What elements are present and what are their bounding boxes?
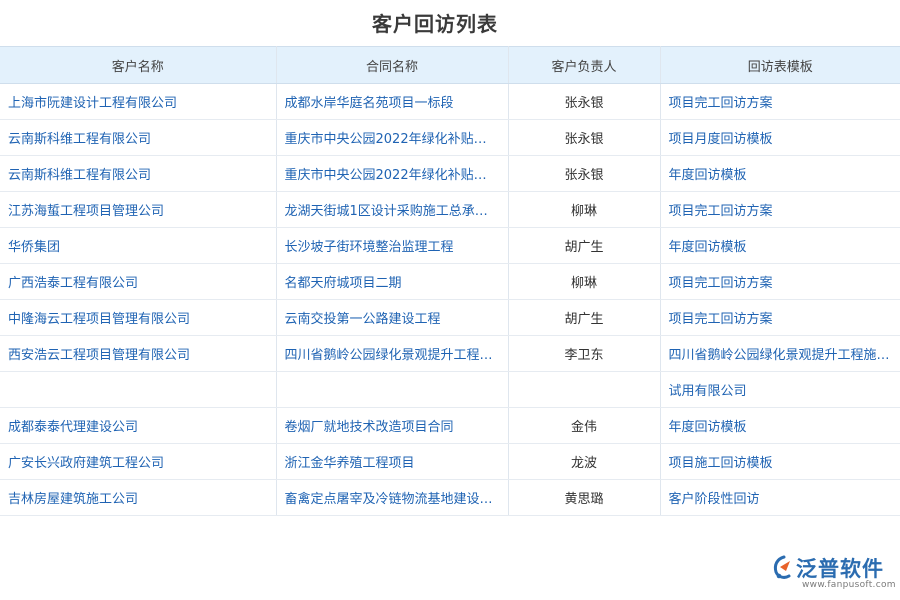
table-row[interactable]: 华侨集团 长沙坡子街环境整治监理工程 胡广生 年度回访模板 — [0, 228, 900, 264]
table-row[interactable]: 广西浩泰工程有限公司 名都天府城项目二期 柳琳 项目完工回访方案 — [0, 264, 900, 300]
table-header-row: 客户名称 合同名称 客户负责人 回访表模板 — [0, 47, 900, 84]
template-cell[interactable]: 项目完工回访方案 — [660, 192, 900, 228]
owner-cell: 黄思璐 — [508, 480, 660, 516]
contract-name-cell[interactable]: 畜禽定点屠宰及冷链物流基地建设… — [276, 480, 508, 516]
column-header-owner[interactable]: 客户负责人 — [508, 47, 660, 84]
visit-table: 客户名称 合同名称 客户负责人 回访表模板 上海市阮建设计工程有限公司 成都水岸… — [0, 46, 900, 516]
table-row[interactable]: 上海市阮建设计工程有限公司 成都水岸华庭名苑项目一标段 张永银 项目完工回访方案 — [0, 84, 900, 120]
owner-cell: 张永银 — [508, 156, 660, 192]
customer-name-cell[interactable] — [0, 372, 276, 408]
table-row[interactable]: 西安浩云工程项目管理有限公司 四川省鹅岭公园绿化景观提升工程… 李卫东 四川省鹅… — [0, 336, 900, 372]
contract-name-cell[interactable]: 云南交投第一公路建设工程 — [276, 300, 508, 336]
contract-name-cell[interactable]: 长沙坡子街环境整治监理工程 — [276, 228, 508, 264]
customer-name-cell[interactable]: 华侨集团 — [0, 228, 276, 264]
owner-cell: 张永银 — [508, 120, 660, 156]
owner-cell — [508, 372, 660, 408]
table-row[interactable]: 广安长兴政府建筑工程公司 浙江金华养殖工程项目 龙波 项目施工回访模板 — [0, 444, 900, 480]
customer-name-cell[interactable]: 上海市阮建设计工程有限公司 — [0, 84, 276, 120]
column-header-customer[interactable]: 客户名称 — [0, 47, 276, 84]
template-cell[interactable]: 四川省鹅岭公园绿化景观提升工程施… — [660, 336, 900, 372]
customer-name-cell[interactable]: 吉林房屋建筑施工公司 — [0, 480, 276, 516]
owner-cell: 张永银 — [508, 84, 660, 120]
customer-name-cell[interactable]: 广西浩泰工程有限公司 — [0, 264, 276, 300]
table-row[interactable]: 成都泰泰代理建设公司 卷烟厂就地技术改造项目合同 金伟 年度回访模板 — [0, 408, 900, 444]
owner-cell: 柳琳 — [508, 192, 660, 228]
customer-name-cell[interactable]: 西安浩云工程项目管理有限公司 — [0, 336, 276, 372]
brand-logo: 泛普软件 www.fanpusoft.com — [772, 553, 897, 593]
contract-name-cell[interactable]: 浙江金华养殖工程项目 — [276, 444, 508, 480]
contract-name-cell[interactable]: 卷烟厂就地技术改造项目合同 — [276, 408, 508, 444]
logo-url: www.fanpusoft.com — [802, 580, 896, 590]
logo-name: 泛普软件 — [796, 553, 884, 583]
template-cell[interactable]: 年度回访模板 — [660, 156, 900, 192]
table-row[interactable]: 吉林房屋建筑施工公司 畜禽定点屠宰及冷链物流基地建设… 黄思璐 客户阶段性回访 — [0, 480, 900, 516]
contract-name-cell[interactable]: 重庆市中央公园2022年绿化补贴项… — [276, 120, 508, 156]
template-cell[interactable]: 项目完工回访方案 — [660, 300, 900, 336]
owner-cell: 金伟 — [508, 408, 660, 444]
table-row[interactable]: 江苏海蜇工程项目管理公司 龙湖天街城1区设计采购施工总承… 柳琳 项目完工回访方… — [0, 192, 900, 228]
contract-name-cell[interactable]: 四川省鹅岭公园绿化景观提升工程… — [276, 336, 508, 372]
template-cell[interactable]: 年度回访模板 — [660, 408, 900, 444]
customer-name-cell[interactable]: 江苏海蜇工程项目管理公司 — [0, 192, 276, 228]
template-cell[interactable]: 试用有限公司 — [660, 372, 900, 408]
template-cell[interactable]: 客户阶段性回访 — [660, 480, 900, 516]
contract-name-cell[interactable] — [276, 372, 508, 408]
owner-cell: 胡广生 — [508, 228, 660, 264]
owner-cell: 胡广生 — [508, 300, 660, 336]
table-row[interactable]: 云南斯科维工程有限公司 重庆市中央公园2022年绿化补贴项… 张永银 项目月度回… — [0, 120, 900, 156]
table-row[interactable]: 云南斯科维工程有限公司 重庆市中央公园2022年绿化补贴项… 张永银 年度回访模… — [0, 156, 900, 192]
template-cell[interactable]: 项目月度回访模板 — [660, 120, 900, 156]
table-row[interactable]: 中隆海云工程项目管理有限公司 云南交投第一公路建设工程 胡广生 项目完工回访方案 — [0, 300, 900, 336]
customer-name-cell[interactable]: 云南斯科维工程有限公司 — [0, 120, 276, 156]
contract-name-cell[interactable]: 龙湖天街城1区设计采购施工总承… — [276, 192, 508, 228]
owner-cell: 柳琳 — [508, 264, 660, 300]
contract-name-cell[interactable]: 成都水岸华庭名苑项目一标段 — [276, 84, 508, 120]
template-cell[interactable]: 项目施工回访模板 — [660, 444, 900, 480]
table-row[interactable]: 试用有限公司 — [0, 372, 900, 408]
customer-name-cell[interactable]: 云南斯科维工程有限公司 — [0, 156, 276, 192]
customer-name-cell[interactable]: 广安长兴政府建筑工程公司 — [0, 444, 276, 480]
fanpu-logo-icon — [772, 555, 796, 581]
owner-cell: 李卫东 — [508, 336, 660, 372]
page-title: 客户回访列表 — [0, 8, 870, 37]
column-header-template[interactable]: 回访表模板 — [660, 47, 900, 84]
template-cell[interactable]: 项目完工回访方案 — [660, 84, 900, 120]
customer-name-cell[interactable]: 中隆海云工程项目管理有限公司 — [0, 300, 276, 336]
template-cell[interactable]: 项目完工回访方案 — [660, 264, 900, 300]
owner-cell: 龙波 — [508, 444, 660, 480]
contract-name-cell[interactable]: 名都天府城项目二期 — [276, 264, 508, 300]
contract-name-cell[interactable]: 重庆市中央公园2022年绿化补贴项… — [276, 156, 508, 192]
column-header-contract[interactable]: 合同名称 — [276, 47, 508, 84]
template-cell[interactable]: 年度回访模板 — [660, 228, 900, 264]
customer-name-cell[interactable]: 成都泰泰代理建设公司 — [0, 408, 276, 444]
